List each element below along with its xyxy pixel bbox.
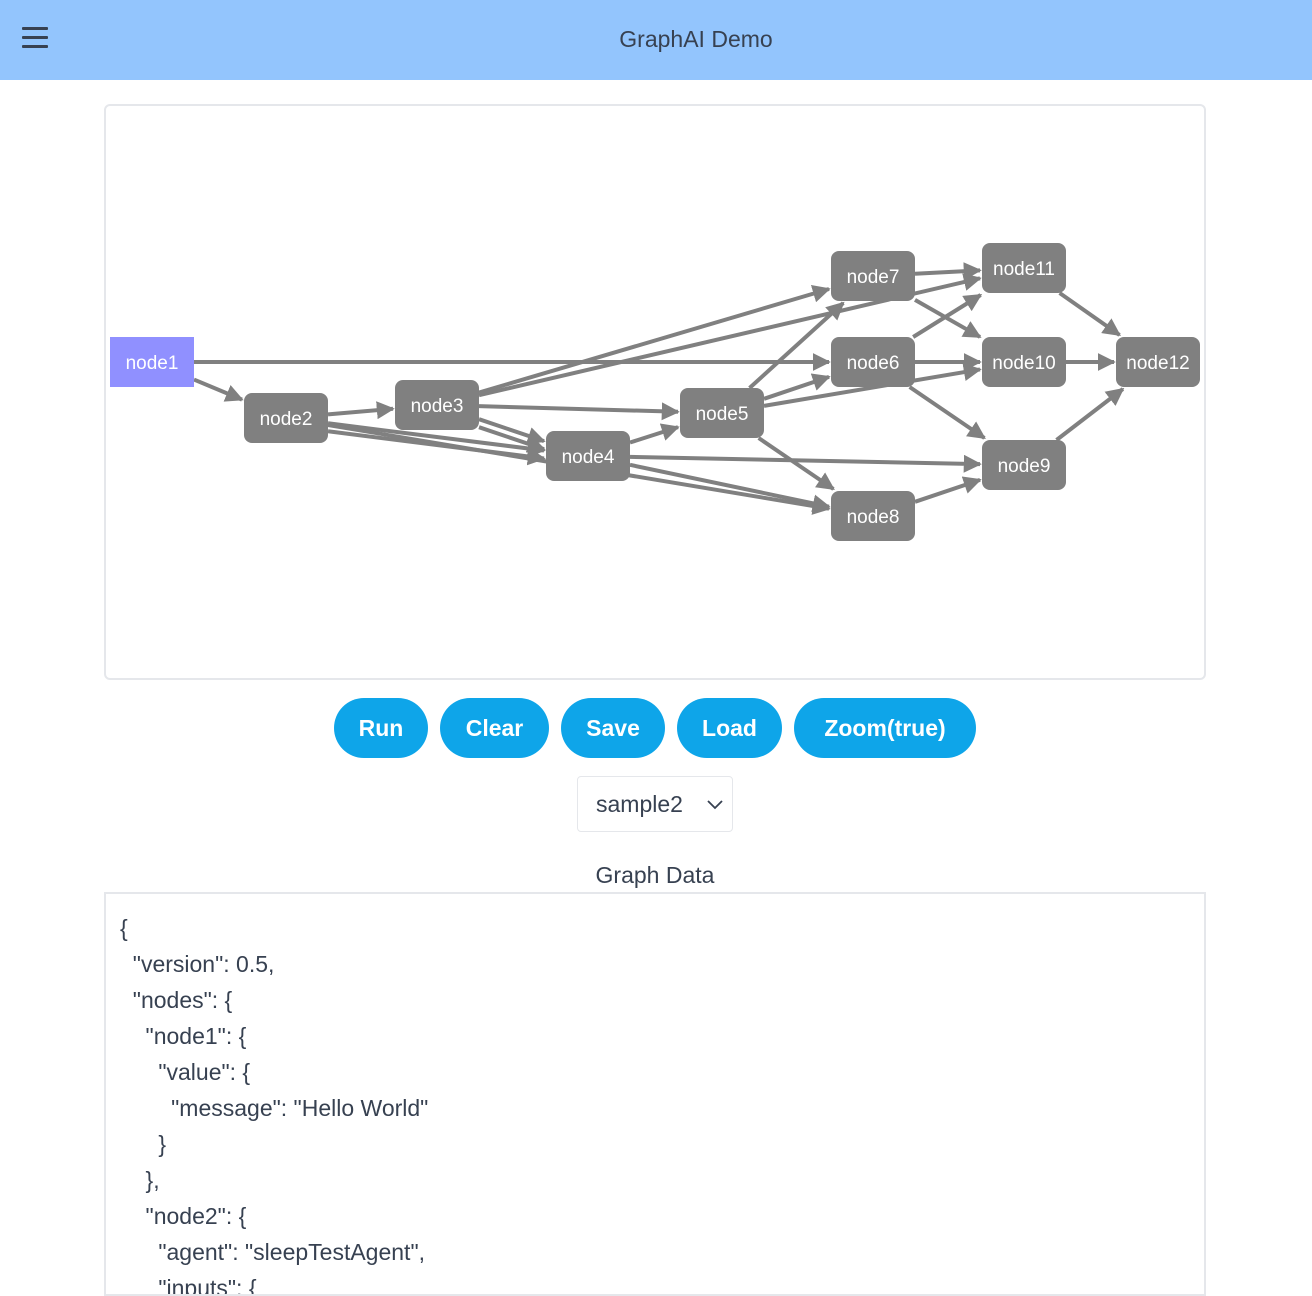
zoom-button[interactable]: Zoom(true) (794, 698, 976, 758)
graph-edge-node4-node9 (629, 454, 982, 473)
graph-node-label: node1 (126, 353, 179, 374)
sample-select-value: sample2 (596, 791, 683, 817)
code-line: "value": { (120, 1059, 251, 1085)
graph-node-label: node6 (847, 353, 900, 374)
code-line: "node1": { (120, 1023, 247, 1049)
graph-edge-node2-node3 (327, 401, 395, 420)
code-line: "node2": { (120, 1203, 247, 1229)
graph-node-label: node10 (992, 353, 1055, 374)
hamburger-menu-icon[interactable] (18, 24, 54, 56)
graph-node-node6[interactable]: node6 (831, 337, 915, 387)
graph-node-label: node7 (847, 267, 900, 288)
code-line: "version": 0.5, (120, 951, 275, 977)
graph-node-node12[interactable]: node12 (1116, 337, 1200, 387)
graph-canvas[interactable]: node1 node2 node3 node4 node5 node6 node7 node8… (104, 104, 1206, 680)
code-line: "nodes": { (120, 987, 233, 1013)
graph-node-label: node2 (260, 409, 313, 430)
sample-select[interactable]: sample2 (577, 776, 733, 832)
graph-node-node8[interactable]: node8 (831, 491, 915, 541)
graph-edge-node5-node8 (757, 436, 835, 491)
graph-edge-node3-node7 (478, 284, 831, 395)
graph-node-label: node4 (562, 447, 615, 468)
graph-node-node2[interactable]: node2 (244, 393, 328, 443)
graph-node-node5[interactable]: node5 (680, 388, 764, 438)
code-line: { (120, 915, 128, 941)
graph-edge-node6-node9 (908, 385, 986, 440)
graph-edge-node7-node11 (914, 262, 982, 281)
graph-edge-node5-node7 (748, 301, 845, 390)
graph-edge-node11-node12 (1058, 291, 1121, 337)
graph-node-node9[interactable]: node9 (982, 440, 1066, 490)
code-line: } (120, 1131, 167, 1157)
graph-edge-node4-node8 (629, 462, 831, 513)
run-button[interactable]: Run (334, 698, 428, 758)
graph-node-node1[interactable]: node1 (110, 337, 194, 387)
graph-data-textarea[interactable]: { "version": 0.5, "nodes": { "node1": { … (104, 892, 1206, 1296)
graph-node-node10[interactable]: node10 (982, 337, 1066, 387)
graph-node-node11[interactable]: node11 (982, 243, 1066, 293)
code-line: "agent": "sleepTestAgent", (120, 1239, 425, 1265)
graph-node-label: node11 (993, 259, 1055, 280)
code-line: }, (120, 1167, 160, 1193)
code-line: "inputs": { (120, 1275, 257, 1296)
graph-node-label: node9 (998, 456, 1051, 477)
graph-node-label: node5 (696, 404, 749, 425)
graph-data-title: Graph Data (595, 862, 715, 888)
app-title: GraphAI Demo (619, 26, 773, 52)
graph-node-node3[interactable]: node3 (395, 380, 479, 430)
control-buttons: Run Clear Save Load Zoom(true) (0, 698, 1312, 758)
graph-edge-node8-node9 (914, 476, 982, 504)
graph-edge-node9-node12 (1055, 387, 1125, 442)
load-button[interactable]: Load (677, 698, 782, 758)
chevron-down-icon (707, 800, 723, 810)
graph-node-label: node12 (1126, 353, 1189, 374)
graph-node-label: node8 (847, 507, 900, 528)
graph-edge-node4-node5 (629, 423, 680, 445)
graph-svg: node1 node2 node3 node4 node5 node6 node7 node8… (110, 243, 1200, 541)
code-line: "message": "Hello World" (120, 1095, 429, 1121)
graph-node-node4[interactable]: node4 (546, 431, 630, 481)
graph-edge-node1-node2 (193, 377, 244, 402)
save-button[interactable]: Save (561, 698, 665, 758)
graph-edge-node3-node5 (478, 402, 680, 421)
graph-node-node7[interactable]: node7 (831, 251, 915, 301)
app-header: GraphAI Demo (0, 0, 1312, 80)
graph-node-label: node3 (411, 396, 464, 417)
clear-button[interactable]: Clear (440, 698, 549, 758)
